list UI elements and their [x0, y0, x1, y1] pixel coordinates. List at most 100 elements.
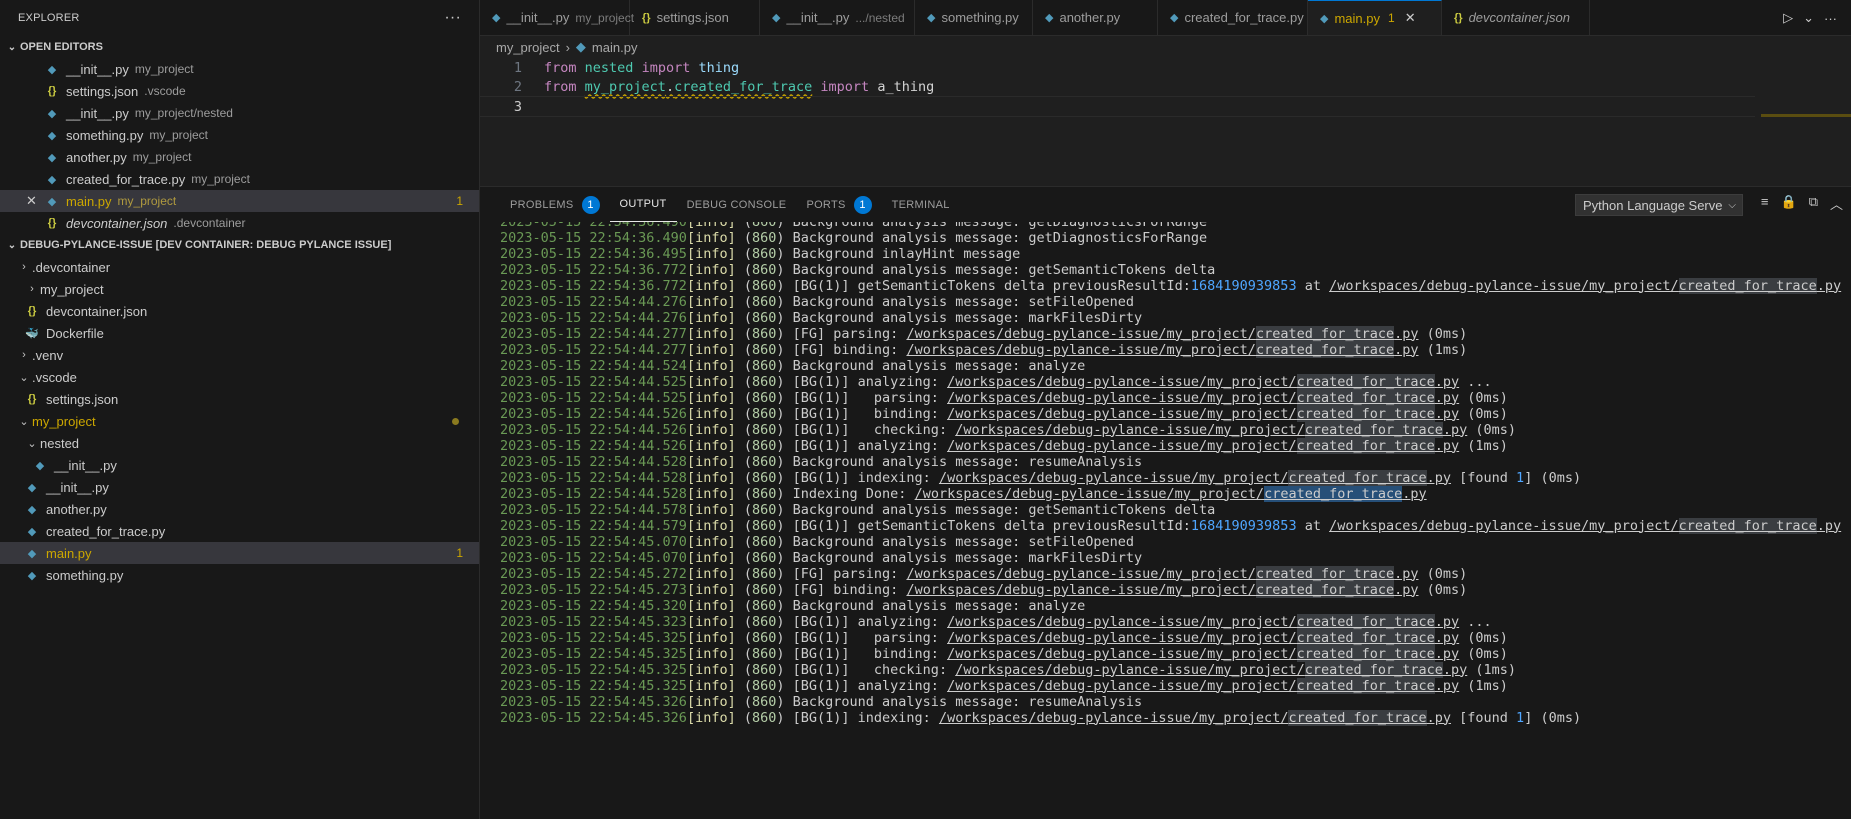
code-line-current[interactable]: 3	[480, 96, 1755, 117]
panel-tab-ports[interactable]: PORTS 1	[796, 187, 881, 222]
chevron-down-icon: ⌵	[1728, 199, 1736, 211]
log-prefix: [BG(1)] indexing:	[792, 709, 939, 726]
open-editor-item[interactable]: ◆ created_for_trace.py my_project	[0, 168, 479, 190]
panel-tab-terminal[interactable]: TERMINAL	[882, 187, 960, 222]
panel-tab-label: PROBLEMS	[510, 198, 574, 211]
tree-file[interactable]: ◆ something.py	[0, 564, 479, 586]
tree-folder[interactable]: ⌄ my_project	[0, 410, 479, 432]
editor-tab[interactable]: ◆ main.py 1 ✕	[1308, 0, 1442, 35]
tree-file[interactable]: ◆ another.py	[0, 498, 479, 520]
python-file-icon: ◆	[492, 12, 501, 24]
chevron-right-icon: ›	[22, 349, 26, 361]
editor-tab[interactable]: ◆ __init__.py .../nested	[760, 0, 915, 35]
code-line[interactable]: 1 from nested import thing	[480, 58, 739, 77]
tree-folder[interactable]: › .venv	[0, 344, 479, 366]
open-editor-item[interactable]: {} devcontainer.json .devcontainer	[0, 212, 479, 234]
filter-icon[interactable]: ≡	[1761, 194, 1769, 213]
file-path: my_project	[191, 172, 250, 186]
file-name: something.py	[66, 127, 144, 143]
open-editors-section[interactable]: ⌄ OPEN EDITORS	[0, 36, 479, 58]
tree-folder[interactable]: › my_project	[0, 278, 479, 300]
workspace-section[interactable]: ⌄ DEBUG-PYLANCE-ISSUE [DEV CONTAINER: DE…	[0, 234, 479, 256]
editor-tabs: ◆ __init__.py my_project {} settings.json ◆ __…	[480, 0, 1851, 36]
file-path: my_project	[149, 128, 209, 142]
explorer-title: EXPLORER	[18, 12, 80, 24]
tree-folder[interactable]: ⌄ .vscode	[0, 366, 479, 388]
open-editor-item[interactable]: ◆ __init__.py my_project/nested	[0, 102, 479, 124]
tree-file[interactable]: ◆ created_for_trace.py	[0, 520, 479, 542]
tree-item-label: my_project	[32, 413, 96, 429]
editor-tab[interactable]: {} devcontainer.json	[1442, 0, 1590, 35]
log-suffix: [found	[1451, 469, 1517, 486]
open-editor-item[interactable]: ✕ ◆ main.py my_project 1	[0, 190, 479, 212]
code-editor[interactable]: 1 from nested import thing 2 from my_pro…	[480, 58, 1851, 185]
file-path-link[interactable]: /workspaces/debug-pylance-issue/my_proje…	[1329, 277, 1841, 294]
breadcrumb-file[interactable]: main.py	[592, 40, 638, 55]
tree-item-label: .venv	[32, 347, 64, 363]
run-icon[interactable]: ▷	[1783, 10, 1793, 26]
panel-tab-debug-console[interactable]: DEBUG CONSOLE	[677, 187, 797, 222]
explorer-header: EXPLORER ···	[0, 0, 479, 36]
editor-tab[interactable]: ◆ something.py	[915, 0, 1033, 35]
editor-tab[interactable]: ◆ another.py	[1033, 0, 1158, 35]
breadcrumb-folder[interactable]: my_project	[496, 40, 560, 55]
copy-icon[interactable]: ⧉	[1809, 194, 1818, 213]
line-number: 1	[513, 59, 522, 76]
output-channel-select[interactable]: Python Language Serve ⌵	[1575, 194, 1743, 216]
chevron-down-icon: ⌄	[7, 41, 17, 53]
more-actions-icon[interactable]: ···	[444, 9, 461, 27]
panel-tab-problems[interactable]: PROBLEMS 1	[500, 187, 610, 222]
python-file-icon: ◆	[47, 107, 57, 120]
path-dir: /workspaces/debug-pylance-issue/my_proje…	[938, 709, 1289, 726]
output-log[interactable]: 2023-05-15 22:54:36.490 [info] (860) Bac…	[480, 222, 1851, 819]
python-file-icon: ◆	[47, 129, 57, 142]
file-name: __init__.py	[66, 105, 129, 121]
collapse-icon[interactable]: ︿	[1830, 194, 1843, 213]
tree-folder[interactable]: ⌄ nested	[0, 432, 479, 454]
python-file-icon: ◆	[575, 39, 586, 54]
line-number: 3	[513, 98, 522, 115]
open-editor-item[interactable]: ◆ something.py my_project	[0, 124, 479, 146]
tab-label: __init__.py	[786, 10, 850, 25]
chevron-down-icon: ⌄	[27, 437, 37, 450]
panel-tab-label: TERMINAL	[891, 198, 950, 211]
panel-tab-output[interactable]: OUTPUT	[609, 187, 677, 222]
tree-file[interactable]: 🐳 Dockerfile	[0, 322, 479, 344]
tree-item-label: Dockerfile	[46, 325, 104, 341]
python-file-icon: ◆	[47, 63, 57, 76]
log-suffix: (1ms)	[1459, 437, 1508, 454]
log-line[interactable]: 2023-05-15 22:54:45.326 [info] (860) [BG…	[500, 708, 1581, 727]
tree-file[interactable]: ◆ __init__.py	[0, 476, 479, 498]
tree-folder[interactable]: › .devcontainer	[0, 256, 479, 278]
tree-file[interactable]: {} devcontainer.json	[0, 300, 479, 322]
file-path-link[interactable]: /workspaces/debug-pylance-issue/my_proje…	[938, 709, 1451, 726]
python-file-icon: ◆	[35, 459, 45, 472]
log-suffix: (0ms)	[1841, 278, 1851, 294]
open-editor-item[interactable]: {} settings.json .vscode	[0, 80, 479, 102]
path-dir: /workspaces/debug-pylance-issue/my_proje…	[1329, 277, 1679, 294]
minimap[interactable]	[1761, 114, 1851, 117]
more-actions-icon[interactable]: ···	[1824, 11, 1837, 26]
tree-file[interactable]: ◆ main.py 1	[0, 542, 479, 564]
file-path: my_project/nested	[134, 106, 233, 120]
code-line[interactable]: 2 from my_project.created_for_trace impo…	[480, 77, 934, 96]
file-path-link[interactable]: /workspaces/debug-pylance-issue/my_proje…	[1329, 517, 1841, 534]
editor-tab[interactable]: {} settings.json	[630, 0, 760, 35]
python-file-icon: ◆	[27, 503, 37, 516]
close-icon[interactable]: ✕	[1405, 10, 1416, 26]
tree-file[interactable]: ◆ __init__.py	[0, 454, 479, 476]
lock-icon[interactable]: 🔒	[1781, 194, 1797, 213]
path-ext: .py	[1394, 341, 1419, 358]
open-editor-item[interactable]: ◆ __init__.py my_project	[0, 58, 479, 80]
file-path: .devcontainer	[173, 216, 246, 230]
tree-file[interactable]: {} settings.json	[0, 388, 479, 410]
chevron-down-icon: ⌄	[19, 415, 29, 428]
module-token: nested	[584, 59, 634, 76]
open-editor-item[interactable]: ◆ another.py my_project	[0, 146, 479, 168]
tree-item-label: created_for_trace.py	[46, 523, 166, 539]
editor-tab[interactable]: ◆ __init__.py my_project	[480, 0, 634, 35]
chevron-down-icon[interactable]: ⌄	[1803, 10, 1814, 26]
close-icon[interactable]: ✕	[26, 193, 37, 209]
found-count: 1	[1516, 469, 1525, 486]
editor-tab[interactable]: ◆ created_for_trace.py	[1158, 0, 1308, 35]
